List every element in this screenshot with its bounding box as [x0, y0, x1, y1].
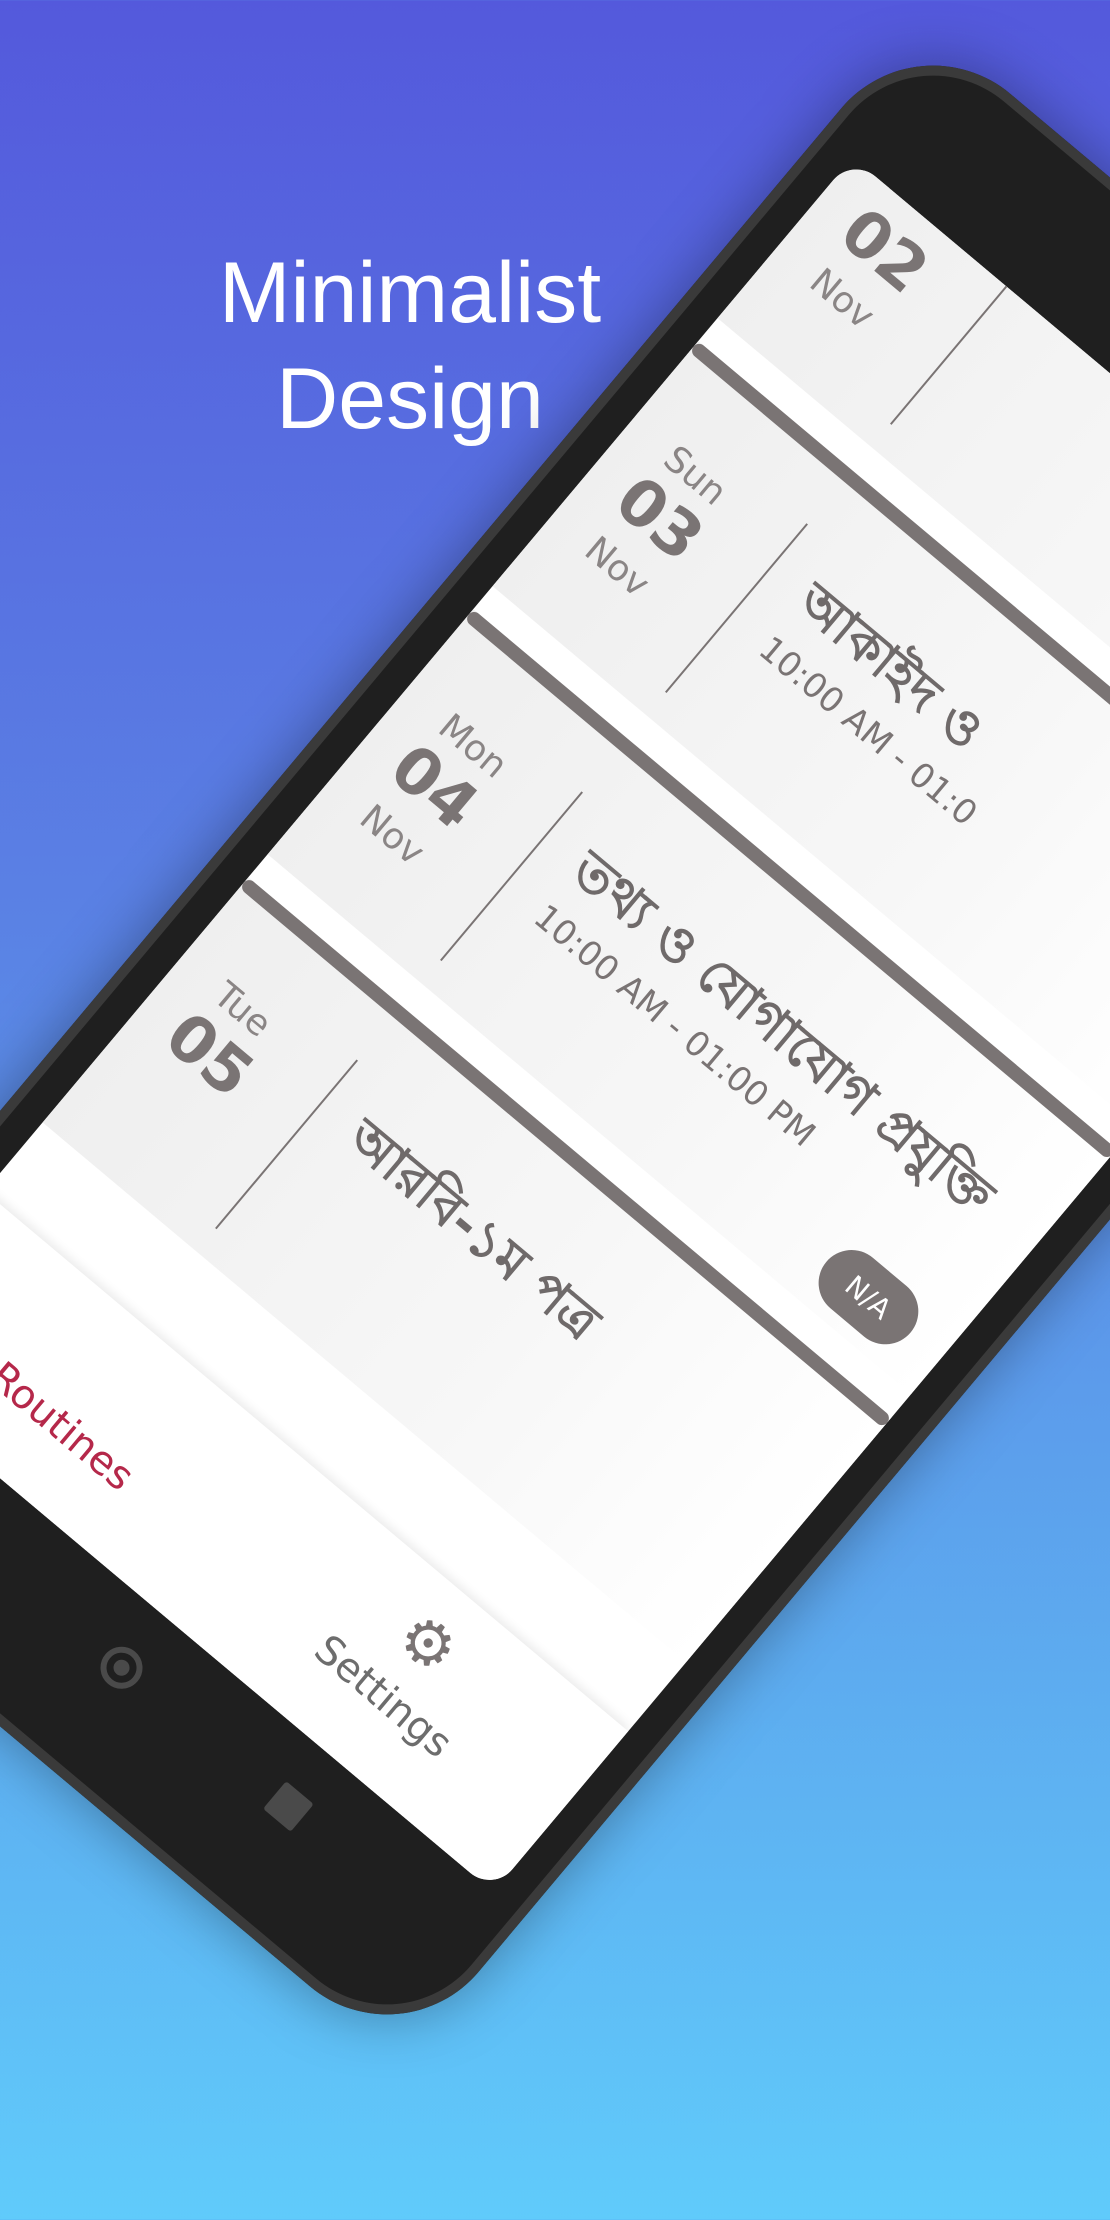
status-badge: N/A	[805, 1236, 932, 1358]
home-circle-icon[interactable]	[91, 1638, 152, 1698]
recent-square-icon[interactable]	[263, 1781, 314, 1832]
headline-line-1: Minimalist	[218, 245, 602, 341]
grid-icon	[61, 1329, 151, 1419]
card-subject: আরবি-১ম পত্র	[335, 1108, 611, 1353]
